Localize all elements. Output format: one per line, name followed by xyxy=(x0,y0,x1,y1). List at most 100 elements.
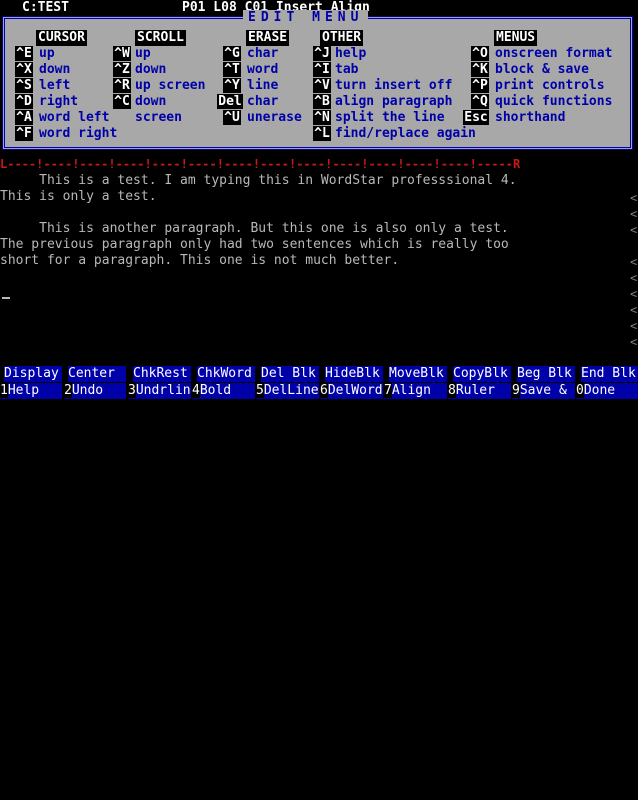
flag-column-marker: < xyxy=(630,191,638,205)
fkey-shift-f3-chkrest[interactable]: ChkRest xyxy=(133,366,191,382)
fkey-shift-f8-copyblk[interactable]: CopyBlk xyxy=(453,366,511,382)
fkey-label: Align xyxy=(391,383,431,398)
keycap-ctrl-t[interactable]: ^T xyxy=(223,62,241,77)
keycap-ctrl-x[interactable]: ^X xyxy=(15,62,33,77)
flag-column-marker: < xyxy=(630,207,638,221)
menu-item-erase-char-del[interactable]: char xyxy=(247,94,278,110)
document-line[interactable]: This is another paragraph. But this one … xyxy=(0,221,509,237)
keycap-ctrl-w[interactable]: ^W xyxy=(113,46,131,61)
menu-item-tab[interactable]: tab xyxy=(335,62,358,78)
fkey-label: DelLine xyxy=(263,383,319,398)
fkey-label: DelWord xyxy=(327,383,383,398)
menu-item-word-left[interactable]: word left xyxy=(39,110,109,126)
menu-item-cursor-up[interactable]: up xyxy=(39,46,55,62)
menu-item-quick-functions[interactable]: quick functions xyxy=(495,94,612,110)
menu-item-align-paragraph[interactable]: align paragraph xyxy=(335,94,452,110)
erase-column-heading: ERASE xyxy=(246,30,290,46)
keycap-del[interactable]: Del xyxy=(217,94,243,109)
keycap-ctrl-i[interactable]: ^I xyxy=(313,62,331,77)
fkey-shift-f5-del-blk[interactable]: Del Blk xyxy=(261,366,319,382)
keycap-ctrl-f[interactable]: ^F xyxy=(15,126,33,141)
fkey-number: 6 xyxy=(320,383,328,398)
keycap-ctrl-l[interactable]: ^L xyxy=(313,126,331,141)
keycap-ctrl-d[interactable]: ^D xyxy=(15,94,33,109)
keycap-ctrl-k[interactable]: ^K xyxy=(471,62,489,77)
menu-item-unerase[interactable]: unerase xyxy=(247,110,302,126)
keycap-ctrl-y[interactable]: ^Y xyxy=(223,78,241,93)
fkey-f1-help[interactable]: 1Help xyxy=(0,383,62,399)
edit-menu-panel: EDIT MENU CURSOR ^E up ^X down ^S left ^… xyxy=(2,10,633,150)
keycap-ctrl-u[interactable]: ^U xyxy=(223,110,241,125)
keycap-ctrl-b[interactable]: ^B xyxy=(313,94,331,109)
fkey-label: Bold xyxy=(199,383,232,398)
menu-item-print-controls[interactable]: print controls xyxy=(495,78,605,94)
document-line[interactable]: This is only a test. xyxy=(0,189,157,205)
keycap-esc[interactable]: Esc xyxy=(463,110,489,125)
menu-item-scroll-down[interactable]: down xyxy=(135,62,166,78)
fkey-shift-f6-hideblk[interactable]: HideBlk xyxy=(325,366,383,382)
menu-item-block-and-save[interactable]: block & save xyxy=(495,62,589,78)
keycap-ctrl-p[interactable]: ^P xyxy=(471,78,489,93)
keycap-ctrl-z[interactable]: ^Z xyxy=(113,62,131,77)
keycap-ctrl-g[interactable]: ^G xyxy=(223,46,241,61)
fkey-label: Undrlin xyxy=(135,383,191,398)
menus-column-heading: MENUS xyxy=(494,30,538,46)
keycap-ctrl-v[interactable]: ^V xyxy=(313,78,331,93)
menu-item-cursor-right[interactable]: right xyxy=(39,94,78,110)
fkey-f9-save[interactable]: 9Save & xyxy=(512,383,575,399)
menu-item-scroll-up[interactable]: up xyxy=(135,46,151,62)
keycap-ctrl-n[interactable]: ^N xyxy=(313,110,331,125)
menu-item-erase-line[interactable]: line xyxy=(247,78,278,94)
fkey-number: 2 xyxy=(64,383,72,398)
fkey-number: 0 xyxy=(576,383,584,398)
keycap-ctrl-e[interactable]: ^E xyxy=(15,46,33,61)
document-line[interactable]: The previous paragraph only had two sent… xyxy=(0,237,509,253)
menu-item-word-right[interactable]: word right xyxy=(39,126,117,142)
fkey-f5-delline[interactable]: 5DelLine xyxy=(256,383,319,399)
fkey-f10-done[interactable]: 0Done xyxy=(576,383,638,399)
fkey-number: 3 xyxy=(128,383,136,398)
keycap-ctrl-r[interactable]: ^R xyxy=(113,78,131,93)
fkey-shift-f9-beg-blk[interactable]: Beg Blk xyxy=(517,366,575,382)
menu-item-scroll-down-screen[interactable]: down xyxy=(135,94,166,110)
fkey-f4-bold[interactable]: 4Bold xyxy=(192,383,255,399)
fkey-f8-ruler[interactable]: 8Ruler xyxy=(448,383,511,399)
fkey-shift-f1-display[interactable]: Display xyxy=(4,366,62,382)
flag-column-marker: < xyxy=(630,287,638,301)
fkey-number: 8 xyxy=(448,383,456,398)
keycap-ctrl-c[interactable]: ^C xyxy=(113,94,131,109)
menu-item-onscreen-format[interactable]: onscreen format xyxy=(495,46,612,62)
function-key-bar: Display Center ChkRest ChkWord Del Blk H… xyxy=(0,366,638,400)
menu-item-erase-char[interactable]: char xyxy=(247,46,278,62)
flag-column-marker: < xyxy=(630,271,638,285)
cursor-column-heading: CURSOR xyxy=(36,30,87,46)
fkey-label: Help xyxy=(7,383,40,398)
document-line[interactable]: This is a test. I am typing this in Word… xyxy=(0,173,516,189)
menu-item-split-the-line[interactable]: split the line xyxy=(335,110,445,126)
fkey-f3-undrlin[interactable]: 3Undrlin xyxy=(128,383,191,399)
keycap-ctrl-a[interactable]: ^A xyxy=(15,110,33,125)
fkey-f7-align[interactable]: 7Align xyxy=(384,383,447,399)
menu-item-scroll-up-screen[interactable]: up screen xyxy=(135,78,205,94)
fkey-number: 9 xyxy=(512,383,520,398)
menu-item-erase-word[interactable]: word xyxy=(247,62,278,78)
menu-item-find-replace-again[interactable]: find/replace again xyxy=(335,126,476,142)
fkey-shift-f4-chkword[interactable]: ChkWord xyxy=(197,366,255,382)
fkey-shift-f10-end-blk[interactable]: End Blk xyxy=(581,366,638,382)
fkey-f6-delword[interactable]: 6DelWord xyxy=(320,383,383,399)
fkey-f2-undo[interactable]: 2Undo xyxy=(64,383,126,399)
keycap-ctrl-j[interactable]: ^J xyxy=(313,46,331,61)
menu-item-cursor-left[interactable]: left xyxy=(39,78,70,94)
menu-item-help[interactable]: help xyxy=(335,46,366,62)
document-line[interactable]: short for a paragraph. This one is not m… xyxy=(0,253,399,269)
menu-item-cursor-down[interactable]: down xyxy=(39,62,70,78)
fkey-shift-f2-center[interactable]: Center xyxy=(68,366,126,382)
keycap-ctrl-s[interactable]: ^S xyxy=(15,78,33,93)
fkey-number: 5 xyxy=(256,383,264,398)
menu-item-turn-insert-off[interactable]: turn insert off xyxy=(335,78,452,94)
menu-item-shorthand[interactable]: shorthand xyxy=(495,110,565,126)
keycap-ctrl-o[interactable]: ^O xyxy=(471,46,489,61)
fkey-shift-f7-moveblk[interactable]: MoveBlk xyxy=(389,366,447,382)
keycap-ctrl-q[interactable]: ^Q xyxy=(471,94,489,109)
flag-column-marker: < xyxy=(630,303,638,317)
